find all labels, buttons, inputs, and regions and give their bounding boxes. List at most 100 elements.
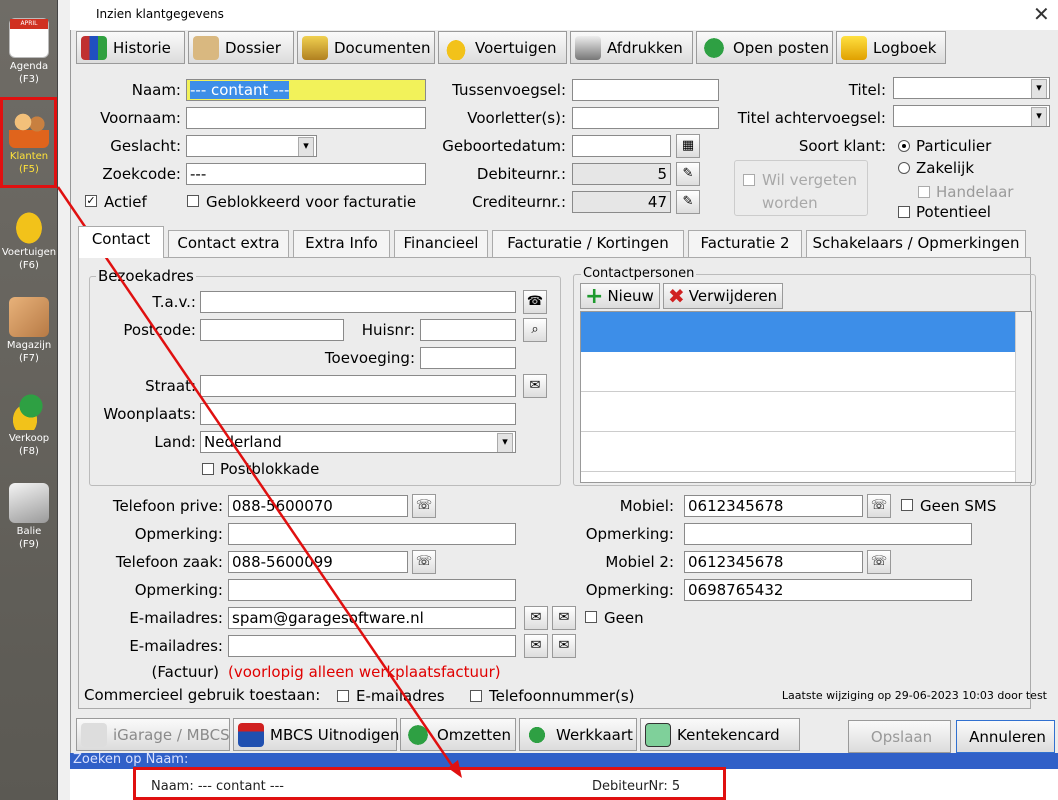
omzetten-label: Omzetten [437,725,512,744]
scrollbar[interactable] [1015,312,1031,482]
zakelijk-radio[interactable] [898,162,910,174]
afdrukken-button[interactable]: Afdrukken [570,31,693,64]
toevoeging-field[interactable] [420,347,516,369]
phone-mail-icon[interactable]: ☏ [412,494,436,518]
edit-pencil-icon[interactable]: ✎ [676,190,700,214]
omzetten-button[interactable]: Omzetten [400,718,516,751]
tab-facturatie-kortingen[interactable]: Facturatie / Kortingen [492,230,684,257]
email2-field[interactable] [228,635,516,657]
edit-pencil-icon[interactable]: ✎ [676,162,700,186]
commercieel-email-label: E-mailadres [356,687,445,705]
logboek-button[interactable]: Logboek [836,31,946,64]
huisnr-label: Huisnr: [361,321,415,339]
sidebar-highlight-box [0,97,57,188]
werkkaart-button[interactable]: Werkkaart [519,718,637,751]
straat-field[interactable] [200,375,516,397]
phone-icon[interactable]: ☎ [523,290,547,314]
kentekencard-button[interactable]: Kentekencard [640,718,800,751]
mbcs-button[interactable]: MBCS Uitnodigen [233,718,399,751]
zoekcode-field[interactable]: --- [186,163,426,185]
actief-checkbox[interactable]: ✓ [85,195,97,207]
naam-field[interactable]: --- contant --- [186,79,426,101]
close-icon[interactable]: ✕ [1033,2,1050,26]
laatste-wijziging: Laatste wijziging op 29-06-2023 10:03 do… [781,689,1047,702]
calendar-badge: APRIL [10,19,48,29]
geen-sms-checkbox[interactable] [901,499,913,511]
sidebar-item-magazijn[interactable]: Magazijn (F7) [0,297,58,365]
postblokkade-checkbox[interactable] [202,463,214,475]
opmerking3-field[interactable]: 0698765432 [684,579,972,601]
potentieel-checkbox[interactable] [898,206,910,218]
tab-extra-info[interactable]: Extra Info [293,230,390,257]
woonplaats-field[interactable] [200,403,516,425]
opmerking-field[interactable] [684,523,972,545]
tab-schakelaars[interactable]: Schakelaars / Opmerkingen [806,230,1026,257]
contactpersonen-list[interactable] [580,311,1032,483]
car-icon [443,35,469,60]
mobiel2-field[interactable]: 0612345678 [684,551,863,573]
opmerking-field[interactable] [228,579,516,601]
mobiel-field[interactable]: 0612345678 [684,495,863,517]
tussenvoegsel-field[interactable] [572,79,719,101]
commercieel-email-checkbox[interactable] [337,690,349,702]
titel-achter-select[interactable] [893,105,1050,127]
tab-facturatie-2[interactable]: Facturatie 2 [688,230,802,257]
sidebar-item-voertuigen[interactable]: Voertuigen (F6) [0,204,58,272]
tav-field[interactable] [200,291,516,313]
list-item[interactable] [581,432,1031,472]
voornaam-field[interactable] [186,107,426,129]
sidebar-item-verkoop[interactable]: Verkoop (F8) [0,390,58,458]
map-icon[interactable]: ✉ [523,374,547,398]
commercieel-tel-checkbox[interactable] [470,690,482,702]
postcode-field[interactable] [200,319,344,341]
geboortedatum-field[interactable] [572,135,671,157]
card-icon [645,722,671,747]
tel-prive-field[interactable]: 088-5600070 [228,495,408,517]
phone-mail-icon[interactable]: ☏ [412,550,436,574]
sidebar-item-agenda[interactable]: APRIL Agenda (F3) [0,18,58,86]
crediteurnr-label: Crediteurnr.: [472,193,566,211]
factuur-note: (voorlopig alleen werkplaatsfactuur) [228,663,501,681]
tab-contact[interactable]: Contact [78,226,164,258]
naam-label: Naam: [131,81,181,99]
historie-button[interactable]: Historie [76,31,185,64]
voorletters-field[interactable] [572,107,719,129]
mail-icon[interactable]: ✉ [524,606,548,630]
nieuw-button[interactable]: + Nieuw [580,283,660,309]
verwijderen-button[interactable]: ✖ Verwijderen [663,283,783,309]
particulier-radio[interactable] [898,140,910,152]
voertuigen-button[interactable]: Voertuigen [438,31,567,64]
tab-contact-extra[interactable]: Contact extra [168,230,289,257]
annuleren-button[interactable]: Annuleren [956,720,1055,753]
opmerking-field[interactable] [228,523,516,545]
huisnr-field[interactable] [420,319,516,341]
documenten-button[interactable]: Documenten [297,31,435,64]
vergeten-label-2: worden [762,194,818,212]
printer-icon [575,35,601,60]
search-icon[interactable]: ⌕ [523,318,547,342]
tel-zaak-field[interactable]: 088-5600099 [228,551,408,573]
zoekcode-label: Zoekcode: [102,165,181,183]
plus-icon [524,722,550,747]
titel-select[interactable] [893,77,1050,99]
geblokkeerd-checkbox[interactable] [187,195,199,207]
list-item[interactable] [581,392,1031,432]
phone-mail-icon[interactable]: ☏ [867,550,891,574]
voertuigen-label: Voertuigen [475,38,557,57]
phone-mail-icon[interactable]: ☏ [867,494,891,518]
land-select[interactable]: Nederland [200,431,516,453]
mail-send-icon[interactable]: ✉ [552,606,576,630]
mail-icon[interactable]: ✉ [524,634,548,658]
email-field[interactable]: spam@garagesoftware.nl [228,607,516,629]
geen-email-checkbox[interactable] [585,611,597,623]
tab-financieel[interactable]: Financieel [394,230,488,257]
sidebar-item-balie[interactable]: Balie (F9) [0,483,58,551]
open-posten-button[interactable]: Open posten [696,31,833,64]
mail-send-icon[interactable]: ✉ [552,634,576,658]
geslacht-select[interactable] [186,135,317,157]
list-item[interactable] [581,352,1031,392]
postblokkade-label: Postblokkade [220,460,320,478]
list-item[interactable] [581,312,1031,352]
calendar-picker-icon[interactable]: ▦ [676,134,700,158]
dossier-button[interactable]: Dossier [188,31,294,64]
